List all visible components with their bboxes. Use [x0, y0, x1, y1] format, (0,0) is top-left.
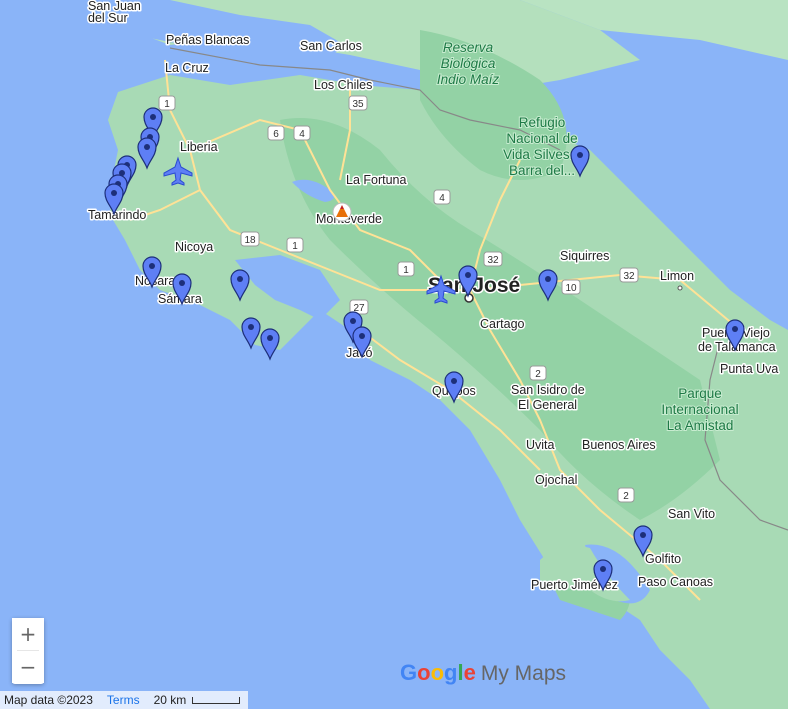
- map-data-text: Map data ©2023: [4, 693, 93, 707]
- place-label: Limon: [660, 269, 694, 283]
- place-label: Liberia: [180, 140, 218, 154]
- park-label: Barra del...: [509, 163, 575, 178]
- san-jose-dot: [464, 293, 474, 303]
- scale-indicator[interactable]: 20 km: [154, 693, 241, 707]
- place-label: del Sur: [88, 11, 128, 25]
- place-label: Punta Uva: [720, 362, 778, 376]
- svg-text:2: 2: [535, 369, 541, 380]
- park-label: Indio Maíz: [437, 72, 500, 87]
- map-pin-icon[interactable]: [260, 328, 280, 361]
- place-label: Siquirres: [560, 249, 609, 263]
- park-label: Reserva: [443, 40, 494, 55]
- svg-text:35: 35: [352, 99, 364, 110]
- park-label: Nacional de: [506, 131, 577, 146]
- place-label: Uvita: [526, 438, 555, 452]
- park-label: La Amistad: [667, 418, 734, 433]
- place-label: Ojochal: [535, 473, 577, 487]
- park-label: Parque: [678, 386, 722, 401]
- place-label: Nicoya: [175, 240, 213, 254]
- place-label: San Isidro de: [511, 383, 585, 397]
- limon-dot: [677, 285, 683, 291]
- place-label: Cartago: [480, 317, 525, 331]
- place-label: La Cruz: [165, 61, 209, 75]
- zoom-out-button[interactable]: −: [12, 651, 44, 683]
- terms-link[interactable]: Terms: [107, 693, 140, 707]
- park-label: Internacional: [661, 402, 738, 417]
- scale-label: 20 km: [153, 693, 187, 707]
- place-label: Golfito: [645, 552, 681, 566]
- park-label: Biológica: [441, 56, 496, 71]
- svg-text:1: 1: [292, 241, 298, 252]
- svg-text:6: 6: [273, 129, 279, 140]
- place-label: San Vito: [668, 507, 715, 521]
- place-label: La Fortuna: [346, 173, 407, 187]
- svg-text:18: 18: [244, 235, 256, 246]
- zoom-in-button[interactable]: +: [12, 618, 44, 650]
- svg-text:2: 2: [623, 491, 629, 502]
- park-label: Refugio: [519, 115, 566, 130]
- svg-text:4: 4: [299, 129, 305, 140]
- park-label: Vida Silves...: [503, 147, 581, 162]
- place-label: El General: [518, 398, 577, 412]
- google-wordmark: Google: [400, 660, 476, 685]
- place-label: Peñas Blancas: [166, 33, 249, 47]
- volcano-icon[interactable]: [332, 202, 352, 222]
- scale-bar: [192, 696, 241, 704]
- place-label: San Carlos: [300, 39, 362, 53]
- google-my-maps-logo: Google My Maps: [400, 660, 566, 686]
- svg-text:1: 1: [403, 265, 409, 276]
- place-label: Paso Canoas: [638, 575, 713, 589]
- svg-text:10: 10: [565, 283, 577, 294]
- svg-text:32: 32: [623, 271, 635, 282]
- attribution-bar: Map data ©2023 Terms 20 km: [0, 691, 249, 709]
- place-label: Los Chiles: [314, 78, 372, 92]
- svg-text:1: 1: [164, 99, 170, 110]
- map-canvas[interactable]: 1 35 6 4 4 18 1 1 27 32 32 10 2 2 Reserv…: [0, 0, 788, 709]
- place-label: Tamarindo: [88, 208, 146, 222]
- place-label: Buenos Aires: [582, 438, 656, 452]
- zoom-control: + −: [12, 618, 44, 684]
- svg-text:32: 32: [487, 255, 499, 266]
- svg-text:4: 4: [439, 193, 445, 204]
- product-name: My Maps: [480, 662, 567, 685]
